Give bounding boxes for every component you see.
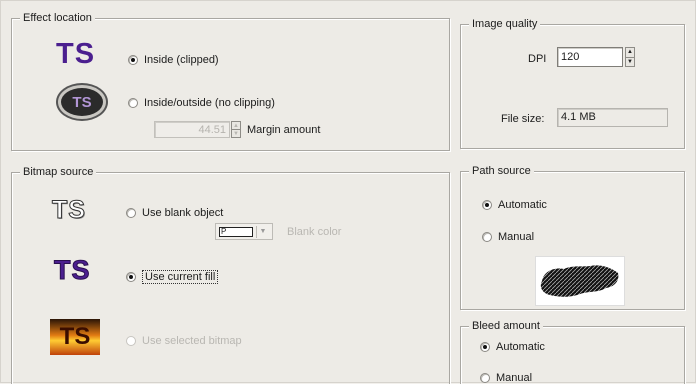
radio-bleed-manual[interactable]: Manual	[480, 372, 532, 384]
effect-location-group: Effect location TS Inside (clipped) TS I…	[11, 11, 450, 151]
spin-up-icon[interactable]: ▲	[232, 122, 240, 129]
blank-color-swatch: P	[219, 226, 253, 237]
radio-use-blank-object[interactable]: Use blank object	[126, 207, 223, 219]
radio-label: Inside (clipped)	[144, 54, 219, 66]
blank-color-dropdown[interactable]: P ▼	[215, 223, 273, 240]
dpi-label: DPI	[528, 53, 547, 65]
chevron-down-icon[interactable]: ▼	[256, 225, 269, 238]
bleed-amount-group: Bleed amount Automatic Manual	[460, 319, 685, 384]
dpi-input[interactable]: 120	[557, 47, 623, 67]
radio-use-current-fill[interactable]: Use current fill	[126, 270, 219, 284]
radio-label: Use selected bitmap	[142, 335, 242, 347]
file-size-label: File size:	[501, 113, 545, 125]
spin-down-icon[interactable]: ▼	[626, 56, 634, 67]
ts-inside-preview-icon: TS	[56, 38, 96, 70]
dpi-spinner[interactable]: ▲ ▼	[625, 47, 635, 67]
bitmap-source-group: Bitmap source TS Use blank object P ▼ Bl…	[11, 165, 450, 384]
bleed-amount-title: Bleed amount	[469, 319, 543, 333]
image-quality-group: Image quality DPI 120 ▲ ▼ File size: 4.1…	[460, 17, 685, 149]
radio-button[interactable]	[480, 342, 490, 352]
margin-amount-input[interactable]: 44.51	[154, 121, 230, 138]
image-quality-title: Image quality	[469, 17, 541, 31]
radio-button[interactable]	[126, 208, 136, 218]
radio-label: Automatic	[498, 199, 547, 211]
margin-amount-label: Margin amount	[247, 124, 321, 136]
radio-inside-outside[interactable]: Inside/outside (no clipping)	[128, 97, 275, 109]
radio-use-selected-bitmap[interactable]: Use selected bitmap	[126, 335, 242, 347]
effect-dialog: Effect location TS Inside (clipped) TS I…	[0, 0, 696, 384]
radio-button[interactable]	[482, 232, 492, 242]
radio-label: Use blank object	[142, 207, 224, 219]
bitmap-source-title: Bitmap source	[20, 165, 97, 179]
ts-outside-preview-icon: TS	[58, 85, 106, 119]
ts-selected-bitmap-preview-icon: TS	[50, 319, 100, 355]
radio-button[interactable]	[126, 272, 136, 282]
spin-up-icon[interactable]: ▲	[626, 48, 634, 57]
radio-path-manual[interactable]: Manual	[482, 231, 534, 243]
radio-label: Manual	[498, 231, 535, 243]
path-preview-image	[535, 256, 625, 306]
effect-location-title: Effect location	[20, 11, 95, 25]
file-size-value: 4.1 MB	[557, 108, 668, 127]
radio-path-automatic[interactable]: Automatic	[482, 199, 547, 211]
ts-current-fill-preview-icon: TS	[54, 255, 91, 285]
radio-button[interactable]	[480, 373, 490, 383]
margin-amount-spinner[interactable]: ▲ ▼	[231, 121, 241, 138]
path-source-title: Path source	[469, 164, 534, 178]
radio-label: Automatic	[496, 341, 545, 353]
radio-button[interactable]	[128, 55, 138, 65]
spin-down-icon[interactable]: ▼	[232, 129, 240, 137]
radio-label: Inside/outside (no clipping)	[144, 97, 275, 109]
radio-label: Use current fill	[142, 270, 219, 284]
path-shape-icon	[540, 265, 619, 297]
ts-blank-object-preview-icon: TS	[52, 196, 86, 224]
radio-button[interactable]	[482, 200, 492, 210]
blank-color-label: Blank color	[287, 226, 342, 238]
radio-button[interactable]	[128, 98, 138, 108]
radio-button[interactable]	[126, 336, 136, 346]
radio-label: Manual	[496, 372, 533, 384]
radio-bleed-automatic[interactable]: Automatic	[480, 341, 545, 353]
path-source-group: Path source Automatic Manual	[460, 164, 685, 310]
radio-inside-clipped[interactable]: Inside (clipped)	[128, 54, 219, 66]
